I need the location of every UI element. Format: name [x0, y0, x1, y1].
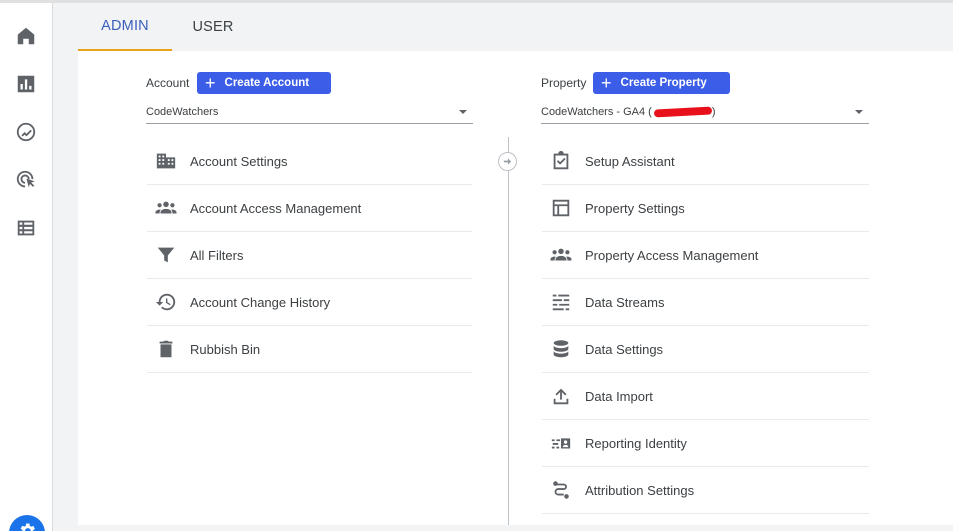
- arrow-right-icon: [498, 152, 517, 171]
- database-icon: [549, 337, 573, 361]
- plus-icon: +: [601, 73, 612, 93]
- create-account-label: Create Account: [224, 77, 310, 89]
- menu-item-label: Data Streams: [585, 294, 665, 310]
- plus-icon: +: [205, 73, 216, 93]
- dropdown-arrow-icon: [459, 110, 467, 114]
- menu-item-data-import[interactable]: Data Import: [542, 373, 869, 420]
- redaction-mark: [653, 105, 713, 118]
- menu-item-setup-assistant[interactable]: Setup Assistant: [542, 138, 869, 185]
- account-selected-value: CodeWatchers: [146, 105, 219, 118]
- menu-item-label: Data Import: [585, 388, 653, 404]
- menu-item-label: Data Settings: [585, 341, 664, 357]
- menu-item-label: Reporting Identity: [585, 435, 687, 451]
- menu-item-label: Account Access Management: [190, 200, 362, 216]
- account-menu: Account Settings Account Access Manageme…: [147, 138, 472, 373]
- trash-icon: [154, 337, 178, 361]
- upload-icon: [549, 384, 573, 408]
- account-selector[interactable]: CodeWatchers: [146, 100, 473, 124]
- menu-item-label: Attribution Settings: [585, 482, 695, 498]
- property-selector[interactable]: CodeWatchers - GA4 ( ): [541, 100, 869, 124]
- people-icon: [154, 196, 178, 220]
- dropdown-arrow-icon: [855, 110, 863, 114]
- menu-item-property-access-management[interactable]: Property Access Management: [542, 232, 869, 279]
- identity-icon: [549, 431, 573, 455]
- left-nav-rail: [0, 3, 53, 531]
- menu-item-label: All Filters: [190, 247, 244, 263]
- create-property-button[interactable]: + Create Property: [593, 72, 730, 94]
- create-property-label: Create Property: [620, 77, 707, 89]
- menu-item-all-filters[interactable]: All Filters: [147, 232, 472, 279]
- clipboard-check-icon: [549, 149, 573, 173]
- account-label: Account: [146, 76, 190, 90]
- property-selected-value: CodeWatchers - GA4 (: [541, 105, 652, 118]
- admin-panel: Account + Create Account CodeWatchers Ac…: [78, 51, 953, 525]
- property-menu: Setup Assistant Property Settings Proper…: [542, 138, 869, 514]
- menu-item-label: Property Settings: [585, 200, 685, 216]
- streams-icon: [549, 290, 573, 314]
- menu-item-attribution-settings[interactable]: Attribution Settings: [542, 467, 869, 514]
- people-icon: [549, 243, 573, 267]
- column-divider: [508, 137, 509, 525]
- menu-item-label: Account Change History: [190, 294, 331, 310]
- menu-item-data-settings[interactable]: Data Settings: [542, 326, 869, 373]
- explore-icon[interactable]: [14, 120, 38, 144]
- menu-item-reporting-identity[interactable]: Reporting Identity: [542, 420, 869, 467]
- menu-item-rubbish-bin[interactable]: Rubbish Bin: [147, 326, 472, 373]
- property-selected-suffix: ): [711, 105, 716, 118]
- admin-gear-icon[interactable]: [9, 515, 45, 531]
- menu-item-label: Setup Assistant: [585, 153, 675, 169]
- reports-icon[interactable]: [14, 72, 38, 96]
- menu-item-label: Account Settings: [190, 153, 288, 169]
- advertising-icon[interactable]: [14, 168, 38, 192]
- path-icon: [549, 478, 573, 502]
- tab-admin[interactable]: ADMIN: [78, 3, 172, 51]
- building-icon: [154, 149, 178, 173]
- configure-icon[interactable]: [14, 216, 38, 240]
- home-icon[interactable]: [14, 24, 38, 48]
- menu-item-label: Rubbish Bin: [190, 341, 261, 357]
- create-account-button[interactable]: + Create Account: [197, 72, 331, 94]
- tab-bar: ADMIN USER: [53, 3, 953, 51]
- tab-user[interactable]: USER: [172, 3, 254, 51]
- menu-item-account-settings[interactable]: Account Settings: [147, 138, 472, 185]
- history-icon: [154, 290, 178, 314]
- menu-item-data-streams[interactable]: Data Streams: [542, 279, 869, 326]
- menu-item-property-settings[interactable]: Property Settings: [542, 185, 869, 232]
- menu-item-account-change-history[interactable]: Account Change History: [147, 279, 472, 326]
- property-label: Property: [541, 76, 587, 90]
- web-layout-icon: [549, 196, 573, 220]
- filter-icon: [154, 243, 178, 267]
- menu-item-account-access-management[interactable]: Account Access Management: [147, 185, 472, 232]
- menu-item-label: Property Access Management: [585, 247, 759, 263]
